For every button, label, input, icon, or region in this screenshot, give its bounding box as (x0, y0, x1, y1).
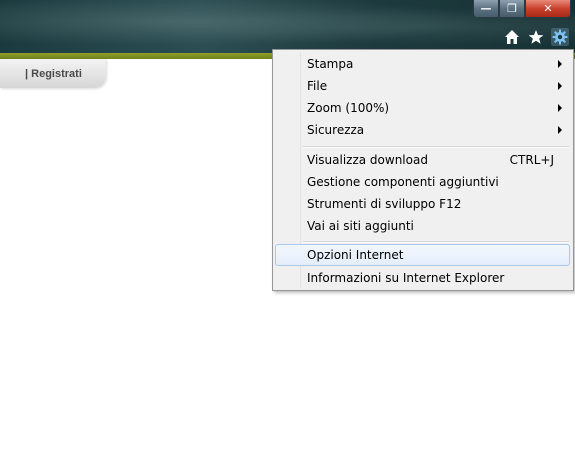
menu-item-visualizza-download[interactable]: Visualizza download CTRL+J (275, 149, 570, 171)
menu-item-label: Zoom (100%) (307, 101, 390, 115)
submenu-arrow-icon (558, 60, 562, 68)
submenu-arrow-icon (558, 82, 562, 90)
menu-item-label: Gestione componenti aggiuntivi (307, 175, 499, 189)
registrati-label: | Registrati (25, 68, 82, 80)
menu-item-gestione-componenti[interactable]: Gestione componenti aggiuntivi (275, 171, 570, 193)
minimize-button[interactable]: — (473, 0, 499, 18)
submenu-arrow-icon (558, 104, 562, 112)
menu-item-label: File (307, 79, 328, 93)
menu-item-label: Visualizza download (307, 153, 428, 167)
menu-separator (303, 146, 569, 148)
registrati-tab[interactable]: | Registrati (0, 59, 106, 88)
tools-gear-icon[interactable] (551, 28, 569, 46)
home-icon[interactable] (503, 28, 521, 46)
menu-item-file[interactable]: File (275, 75, 570, 97)
maximize-button[interactable]: ❐ (499, 0, 525, 18)
menu-item-label: Stampa (307, 57, 354, 71)
tools-dropdown-menu: Stampa File Zoom (100%) Sicurezza Visual… (272, 49, 574, 291)
menu-item-label: Strumenti di sviluppo F12 (307, 197, 462, 211)
favorites-star-icon[interactable] (527, 28, 545, 46)
browser-toolbar (503, 28, 569, 46)
menu-item-strumenti-sviluppo[interactable]: Strumenti di sviluppo F12 (275, 193, 570, 215)
menu-item-siti-aggiunti[interactable]: Vai ai siti aggiunti (275, 215, 570, 237)
menu-item-zoom[interactable]: Zoom (100%) (275, 97, 570, 119)
menu-item-opzioni-internet[interactable]: Opzioni Internet (275, 244, 570, 266)
menu-separator (303, 241, 569, 243)
menu-item-label: Sicurezza (307, 123, 365, 137)
menu-item-label: Informazioni su Internet Explorer (307, 271, 505, 285)
close-button[interactable]: ✕ (525, 0, 571, 18)
menu-item-stampa[interactable]: Stampa (275, 53, 570, 75)
menu-item-label: Opzioni Internet (307, 248, 404, 262)
submenu-arrow-icon (558, 126, 562, 134)
menu-item-sicurezza[interactable]: Sicurezza (275, 119, 570, 141)
menu-item-label: Vai ai siti aggiunti (307, 219, 414, 233)
menu-item-informazioni-ie[interactable]: Informazioni su Internet Explorer (275, 267, 570, 289)
menu-item-shortcut: CTRL+J (509, 153, 554, 167)
window-controls: — ❐ ✕ (473, 0, 571, 18)
